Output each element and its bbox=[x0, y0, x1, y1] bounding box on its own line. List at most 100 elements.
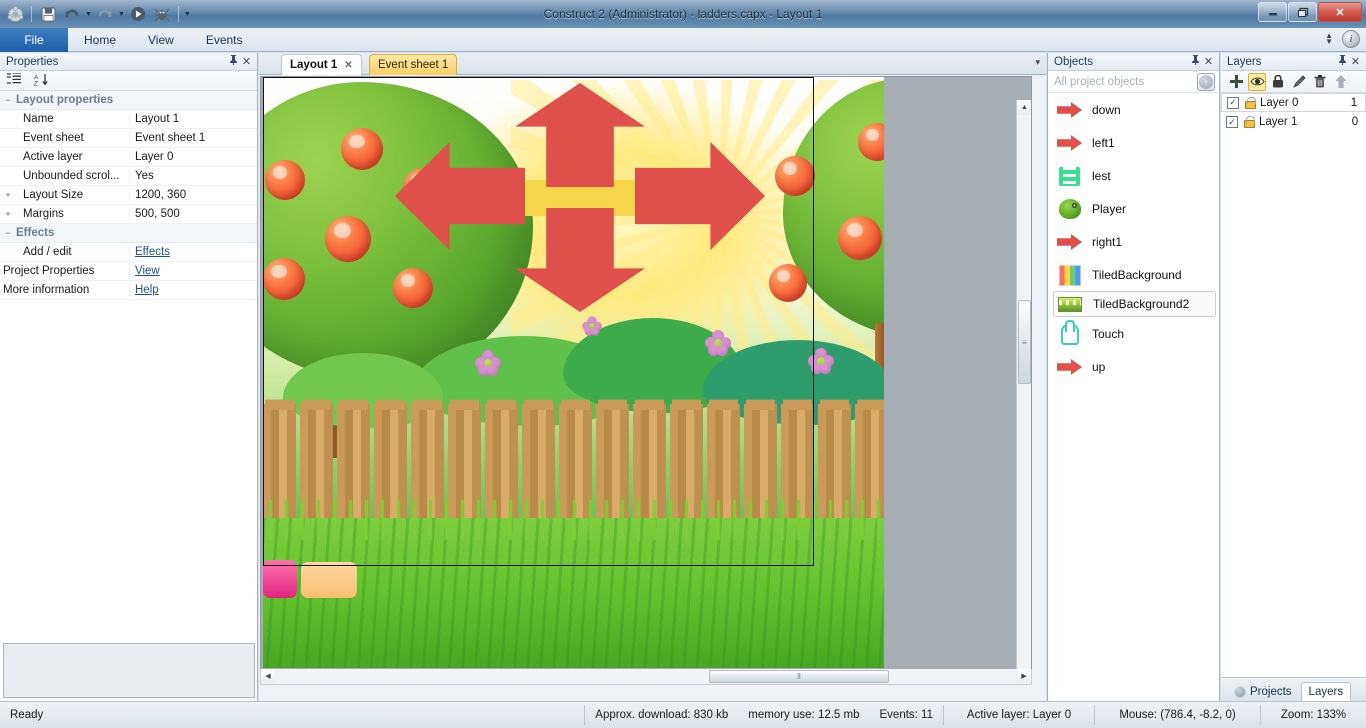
object-item-down[interactable]: down bbox=[1048, 93, 1219, 126]
property-row-layout-size[interactable]: + Layout Size 1200, 360 bbox=[0, 186, 257, 205]
toy-block-pink[interactable] bbox=[263, 560, 297, 598]
property-label: Event sheet bbox=[23, 132, 84, 144]
tab-projects[interactable]: Projects bbox=[1227, 682, 1299, 701]
ribbon-tab-home[interactable]: Home bbox=[68, 28, 132, 52]
property-value[interactable]: 500, 500 bbox=[129, 208, 257, 220]
object-item-left1[interactable]: left1 bbox=[1048, 126, 1219, 159]
layer-visible-checkbox[interactable]: ✓ bbox=[1227, 96, 1239, 109]
rename-layer-icon[interactable] bbox=[1290, 73, 1308, 91]
property-row-event-sheet[interactable]: Event sheet Event sheet 1 bbox=[0, 129, 257, 148]
property-value[interactable]: Layout 1 bbox=[129, 113, 257, 125]
row-expander-icon[interactable]: + bbox=[0, 209, 16, 219]
close-icon[interactable]: ✕ bbox=[240, 55, 253, 68]
pin-icon[interactable] bbox=[1189, 55, 1202, 68]
delete-layer-icon[interactable] bbox=[1311, 73, 1329, 91]
layer-row-layer-1[interactable]: ✓ Layer 1 0 bbox=[1221, 112, 1366, 132]
property-row-margins[interactable]: + Margins 500, 500 bbox=[0, 205, 257, 224]
layer-row-layer-0[interactable]: ✓ Layer 0 1 bbox=[1221, 93, 1366, 112]
status-active-layer: Active layer: Layer 0 bbox=[966, 709, 1072, 721]
close-icon[interactable]: ✕ bbox=[1202, 55, 1215, 68]
arrow-object-icon bbox=[1056, 132, 1084, 154]
scroll-right-icon[interactable]: ▶ bbox=[1017, 669, 1031, 683]
property-row-name[interactable]: Name Layout 1 bbox=[0, 110, 257, 129]
objects-search-bar[interactable]: All project objects ↑ bbox=[1048, 71, 1219, 93]
property-group-label: Layout properties bbox=[16, 94, 114, 106]
horizontal-scroll-thumb[interactable]: ⦀ bbox=[709, 670, 889, 683]
property-label: Add / edit bbox=[23, 246, 72, 258]
layers-toolbar bbox=[1221, 71, 1366, 93]
object-item-touch[interactable]: Touch bbox=[1048, 317, 1219, 350]
tab-layout-1[interactable]: Layout 1 ✕ bbox=[281, 54, 362, 75]
property-row-unbounded-scrolling[interactable]: Unbounded scrol... Yes bbox=[0, 167, 257, 186]
tab-layers[interactable]: Layers bbox=[1300, 682, 1352, 701]
object-item-tiledbackground2[interactable]: TiledBackground2 bbox=[1053, 291, 1216, 317]
flower bbox=[475, 350, 501, 376]
object-item-lest[interactable]: lest bbox=[1048, 159, 1219, 192]
property-row-add-edit-effects[interactable]: Add / edit Effects bbox=[0, 243, 257, 262]
layer-lock-icon[interactable] bbox=[1244, 96, 1256, 109]
ribbon-tab-events[interactable]: Events bbox=[190, 28, 259, 52]
fruit bbox=[769, 264, 807, 302]
ribbon-collapse-icon[interactable]: ▲ ▼ bbox=[1325, 32, 1333, 46]
scroll-up-icon[interactable]: ▲ bbox=[1017, 100, 1031, 115]
tab-label: Event sheet 1 bbox=[378, 59, 449, 71]
vertical-scroll-thumb[interactable]: ≡ bbox=[1018, 300, 1031, 384]
property-value[interactable]: Yes bbox=[129, 170, 257, 182]
group-expander-icon[interactable]: − bbox=[0, 95, 16, 105]
toggle-visibility-icon[interactable] bbox=[1248, 72, 1266, 91]
status-ready: Ready bbox=[10, 709, 44, 721]
pin-icon[interactable] bbox=[1336, 55, 1349, 68]
right-panel-tabs: Projects Layers bbox=[1221, 677, 1366, 701]
property-row-project-properties[interactable]: Project Properties View bbox=[0, 262, 257, 281]
property-value[interactable]: Event sheet 1 bbox=[129, 132, 257, 144]
property-row-more-information[interactable]: More information Help bbox=[0, 281, 257, 300]
effects-link[interactable]: Effects bbox=[129, 246, 257, 258]
tab-label: Layout 1 bbox=[290, 59, 338, 71]
maximize-button[interactable] bbox=[1288, 2, 1317, 22]
property-label: Margins bbox=[23, 208, 64, 220]
window-controls[interactable]: ✕ bbox=[1258, 2, 1362, 22]
layer-lock-icon[interactable] bbox=[1243, 116, 1255, 128]
alphabetical-sort-icon[interactable]: AZ bbox=[34, 73, 49, 89]
ribbon-tab-view[interactable]: View bbox=[132, 28, 190, 52]
move-layer-up-icon[interactable] bbox=[1332, 73, 1350, 91]
close-icon[interactable]: ✕ bbox=[1349, 55, 1362, 68]
objects-go-up-button[interactable]: ↑ bbox=[1197, 73, 1215, 91]
tabstrip-menu-icon[interactable]: ▾ bbox=[1035, 57, 1040, 68]
touch-plugin-icon bbox=[1056, 319, 1084, 345]
help-link[interactable]: Help bbox=[129, 284, 257, 296]
close-button[interactable]: ✕ bbox=[1318, 2, 1362, 22]
property-group-effects[interactable]: − Effects bbox=[0, 224, 257, 243]
ribbon-tab-list: File Home View Events bbox=[0, 28, 259, 52]
lock-layer-icon[interactable] bbox=[1269, 73, 1287, 91]
project-properties-view-link[interactable]: View bbox=[129, 265, 257, 277]
add-layer-icon[interactable] bbox=[1227, 73, 1245, 91]
layers-panel-header: Layers ✕ bbox=[1221, 53, 1366, 71]
minimize-button[interactable] bbox=[1258, 2, 1287, 22]
toy-block-orange[interactable] bbox=[301, 562, 357, 598]
row-expander-icon[interactable]: + bbox=[0, 190, 16, 200]
property-group-layout[interactable]: − Layout properties bbox=[0, 91, 257, 110]
tab-close-icon[interactable]: ✕ bbox=[344, 60, 352, 71]
group-expander-icon[interactable]: − bbox=[0, 228, 16, 238]
object-item-tiledbackground[interactable]: TiledBackground bbox=[1048, 258, 1219, 291]
property-value[interactable]: 1200, 360 bbox=[129, 189, 257, 201]
property-row-active-layer[interactable]: Active layer Layer 0 bbox=[0, 148, 257, 167]
fruit bbox=[393, 268, 433, 308]
object-item-right1[interactable]: right1 bbox=[1048, 225, 1219, 258]
scroll-left-icon[interactable]: ◀ bbox=[261, 669, 275, 683]
categorized-view-icon[interactable] bbox=[7, 71, 22, 89]
fruit bbox=[265, 160, 305, 200]
pin-icon[interactable] bbox=[227, 55, 240, 68]
layout-canvas[interactable]: ▲ ≡ ▼ bbox=[260, 76, 1032, 684]
ribbon-help-icon[interactable]: i bbox=[1342, 30, 1360, 48]
fruit bbox=[263, 258, 305, 300]
ribbon-tab-file[interactable]: File bbox=[0, 28, 68, 52]
object-item-player[interactable]: Player bbox=[1048, 192, 1219, 225]
layer-visible-checkbox[interactable]: ✓ bbox=[1226, 116, 1238, 128]
tab-event-sheet-1[interactable]: Event sheet 1 bbox=[369, 54, 458, 75]
property-value[interactable]: Layer 0 bbox=[129, 151, 257, 163]
canvas-horizontal-scrollbar[interactable]: ◀ ⦀ ▶ bbox=[260, 669, 1032, 685]
canvas-vertical-scrollbar[interactable]: ▲ ≡ ▼ bbox=[1016, 100, 1031, 683]
object-item-up[interactable]: up bbox=[1048, 350, 1219, 383]
